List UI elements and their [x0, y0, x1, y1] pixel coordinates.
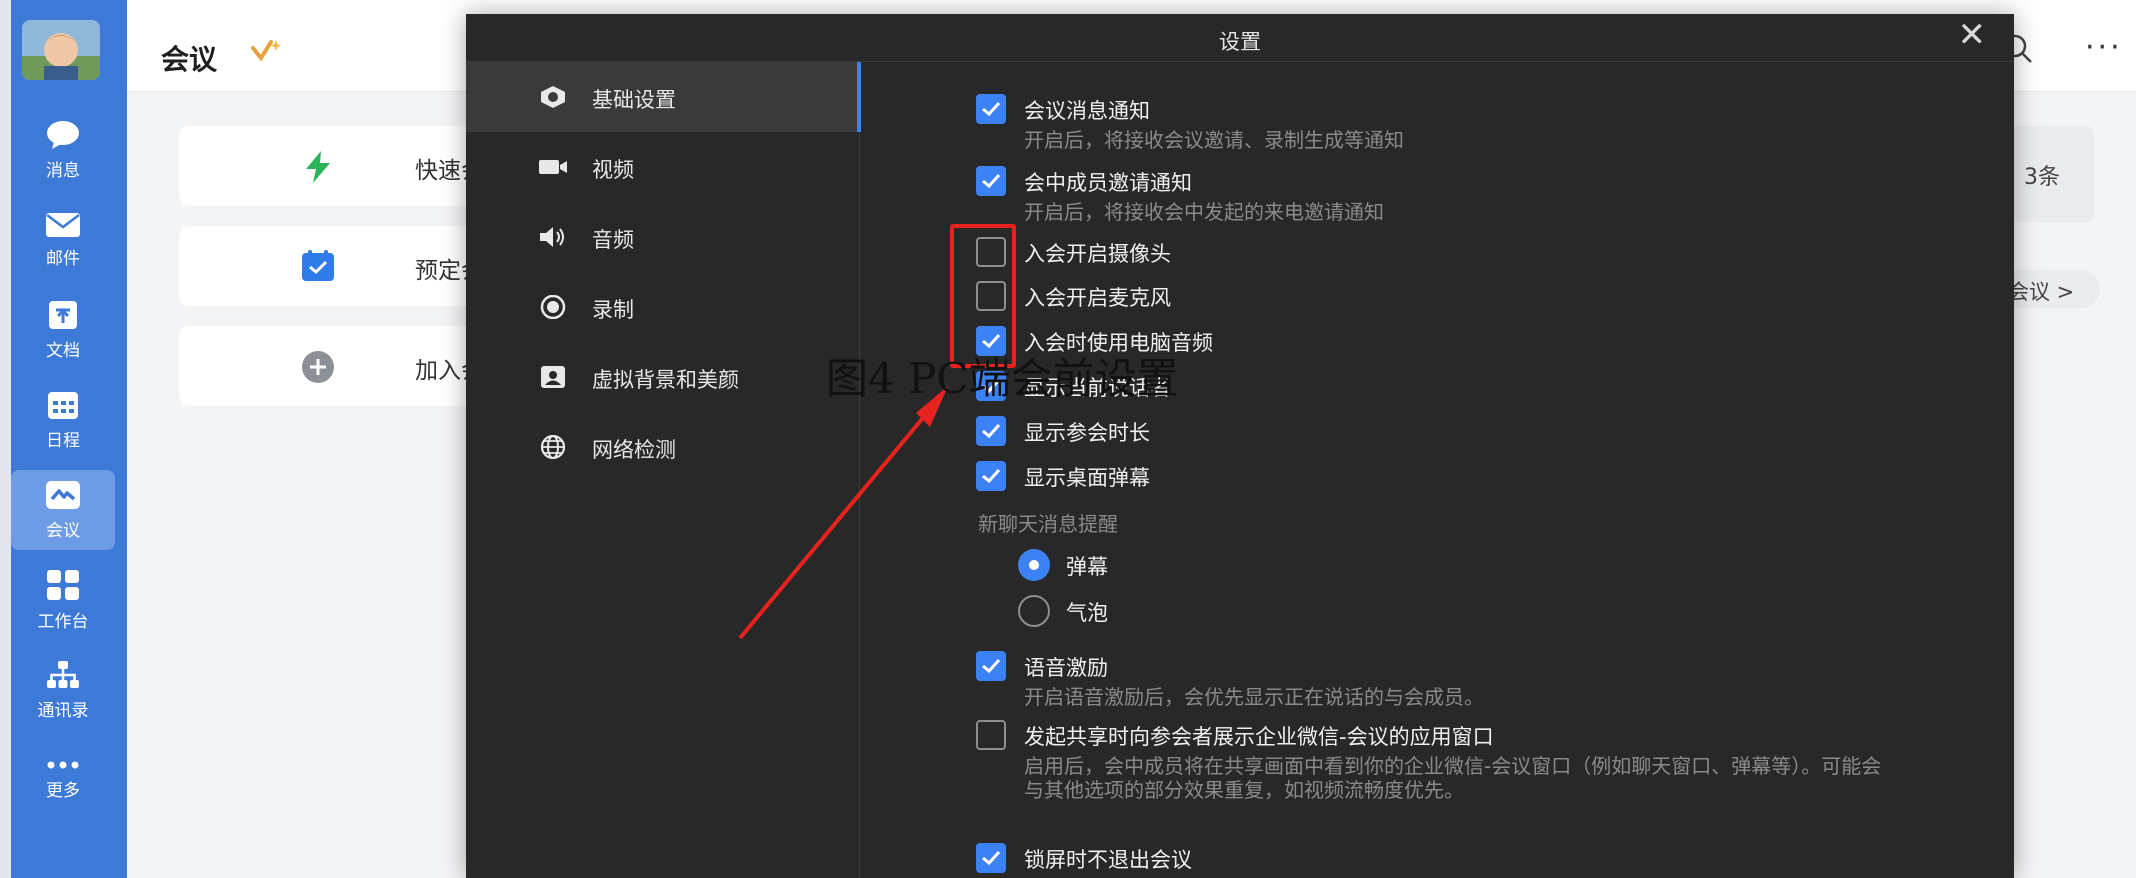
nav-label: 网络检测: [592, 438, 676, 462]
option-label: 入会开启摄像头: [1024, 242, 1171, 266]
sidebar-item-label: 工作台: [37, 611, 89, 632]
radio-unselected[interactable]: [1018, 595, 1050, 627]
checkbox-unchecked[interactable]: [976, 720, 1006, 750]
option-label: 会中成员邀请通知: [1024, 171, 1192, 195]
more-dots-icon: [47, 761, 79, 768]
checkbox-checked[interactable]: [976, 843, 1006, 873]
option-label: 语音激励: [1024, 656, 1108, 680]
portrait-icon: [541, 366, 565, 388]
plus-circle-icon: [302, 351, 334, 383]
option-desc: 开启后，将接收会议邀请、录制生成等通知: [1024, 128, 1404, 152]
nav-label: 音频: [592, 228, 634, 252]
nav-basic-settings[interactable]: 基础设置: [466, 62, 861, 132]
sidebar-item-more[interactable]: 更多: [11, 740, 115, 820]
video-camera-icon: [539, 160, 567, 174]
lightning-icon: [306, 151, 330, 183]
record-icon: [540, 295, 566, 319]
nav-virtual-background[interactable]: 虚拟背景和美颜: [466, 342, 860, 412]
speaker-icon: [540, 227, 564, 247]
left-rail: 消息 邮件 文档 日程 会议 工作台 通讯录 更多: [0, 0, 127, 878]
nav-video[interactable]: 视频: [466, 132, 860, 202]
checkbox-checked[interactable]: [976, 166, 1006, 196]
dialog-header: 设置 ✕: [466, 14, 2014, 62]
org-chart-icon: [47, 660, 79, 688]
nav-label: 虚拟背景和美颜: [592, 368, 739, 392]
option-desc: 开启后，将接收会中发起的来电邀请通知: [1024, 200, 1384, 224]
figure-caption: 图4 PC端会前设置: [826, 354, 1179, 403]
sidebar-item-docs[interactable]: 文档: [11, 290, 115, 370]
sidebar-item-contacts[interactable]: 通讯录: [11, 650, 115, 730]
nav-label: 录制: [592, 298, 634, 322]
dialog-title: 设置: [1219, 30, 1261, 54]
rail-edge: [0, 0, 11, 878]
option-label: 发起共享时向参会者展示企业微信-会议的应用窗口: [1024, 725, 1494, 749]
close-icon[interactable]: ✕: [1958, 18, 1987, 52]
globe-icon: [540, 435, 566, 459]
sidebar-item-workbench[interactable]: 工作台: [11, 560, 115, 640]
sidebar-item-label: 文档: [46, 340, 80, 361]
nav-label: 基础设置: [592, 88, 676, 112]
more-menu-icon[interactable]: ···: [2085, 30, 2123, 65]
calendar-icon: [48, 391, 78, 419]
gear-icon: [541, 86, 565, 108]
radio-label: 弹幕: [1066, 555, 1108, 579]
sidebar-item-label: 更多: [46, 780, 80, 801]
grid-icon: [47, 569, 79, 600]
option-label: 入会开启麦克风: [1024, 286, 1171, 310]
info-count: 3条: [2024, 165, 2060, 190]
option-label: 会议消息通知: [1024, 99, 1150, 123]
radio-selected[interactable]: [1018, 549, 1050, 581]
nav-label: 视频: [592, 158, 634, 182]
sidebar-item-messages[interactable]: 消息: [11, 110, 115, 190]
sidebar-item-mail[interactable]: 邮件: [11, 200, 115, 280]
option-desc: 启用后，会中成员将在共享画面中看到你的企业微信-会议窗口（例如聊天窗口、弹幕等）…: [1024, 754, 1882, 802]
sidebar-item-label: 日程: [46, 430, 80, 451]
sidebar-item-label: 邮件: [46, 248, 80, 269]
option-label: 显示桌面弹幕: [1024, 466, 1150, 490]
checkbox-checked[interactable]: [976, 416, 1006, 446]
option-desc: 开启语音激励后，会优先显示正在说话的与会成员。: [1024, 685, 1484, 709]
checkbox-checked[interactable]: [976, 94, 1006, 124]
avatar[interactable]: [22, 20, 100, 80]
sparkle-icon: [251, 40, 281, 62]
sidebar-item-calendar[interactable]: 日程: [11, 380, 115, 460]
sidebar-item-meetings[interactable]: 会议: [11, 470, 115, 550]
settings-body: 会议消息通知 开启后，将接收会议邀请、录制生成等通知 会中成员邀请通知 开启后，…: [860, 62, 2014, 878]
radio-label: 气泡: [1066, 601, 1108, 625]
mail-icon: [46, 212, 80, 237]
chat-bubble-icon: [47, 120, 79, 149]
sidebar-item-label: 消息: [46, 160, 80, 181]
settings-nav: 基础设置 视频 音频 录制 虚拟背景和美颜 网络检测: [466, 62, 861, 878]
sidebar-item-label: 通讯录: [37, 700, 89, 721]
nav-recording[interactable]: 录制: [466, 272, 860, 342]
checkbox-checked[interactable]: [976, 461, 1006, 491]
chat-reminder-section-title: 新聊天消息提醒: [978, 512, 1118, 536]
settings-dialog: 设置 ✕ 基础设置 视频 音频 录制 虚拟背景和美颜 网络检测 会议消息通知 开…: [466, 14, 2014, 878]
nav-audio[interactable]: 音频: [466, 202, 860, 272]
meeting-icon: [46, 480, 80, 509]
option-label: 显示参会时长: [1024, 421, 1150, 445]
sidebar-item-label: 会议: [46, 520, 80, 541]
checkbox-checked[interactable]: [976, 651, 1006, 681]
nav-network-test[interactable]: 网络检测: [466, 412, 860, 482]
option-label: 锁屏时不退出会议: [1024, 848, 1192, 872]
page-title: 会议: [161, 43, 218, 76]
document-icon: [49, 300, 77, 329]
calendar-check-icon: [302, 250, 334, 281]
